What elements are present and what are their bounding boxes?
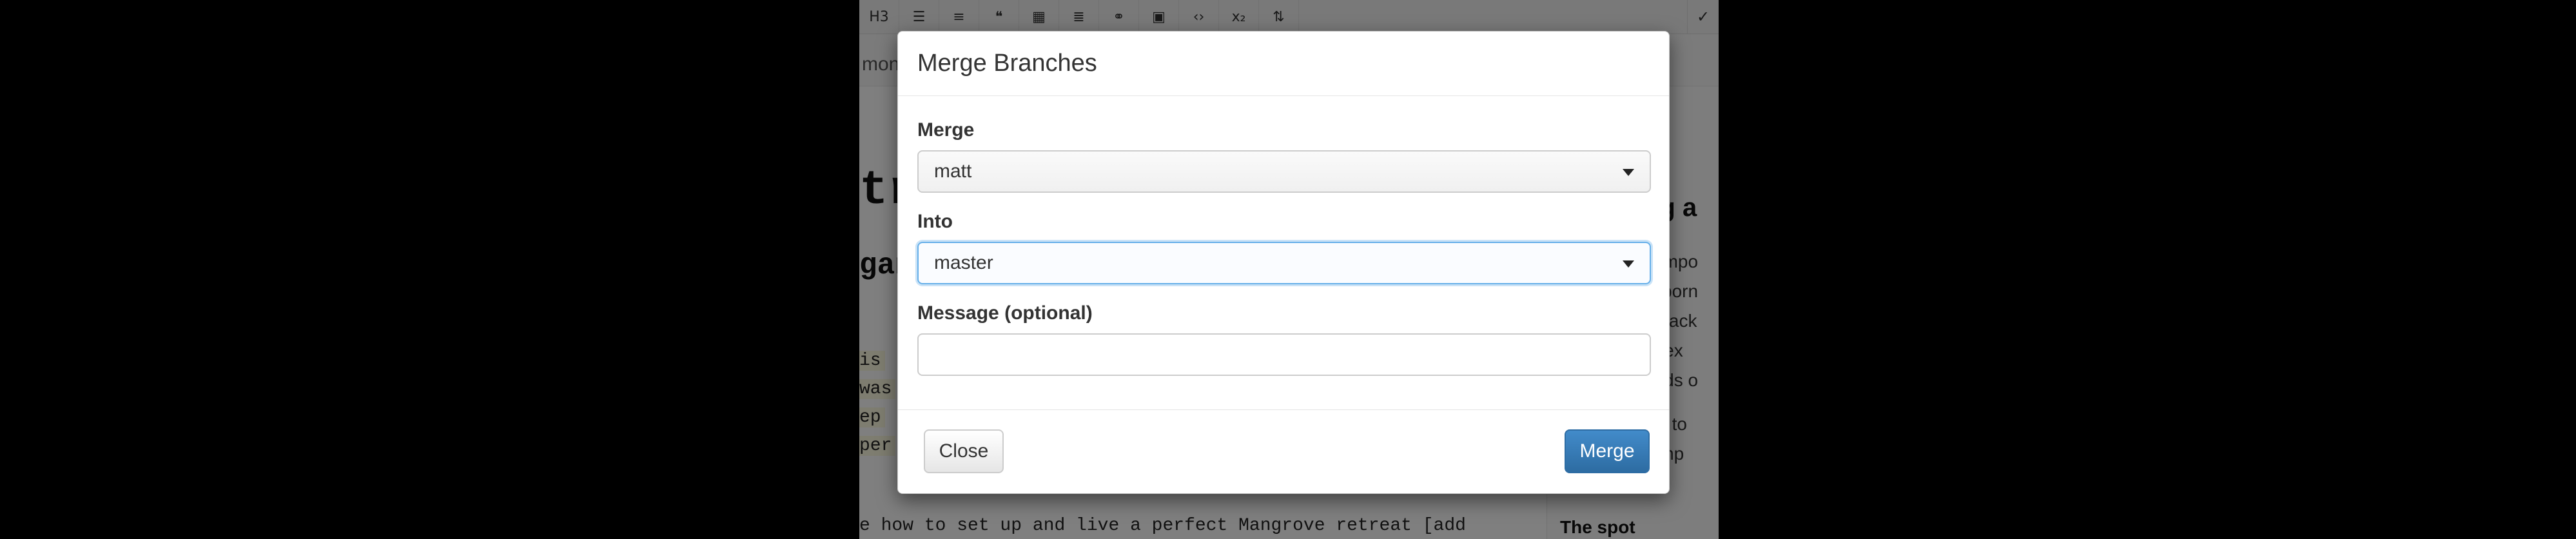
merge-branch-select[interactable]: matt [917, 150, 1651, 193]
modal-title: Merge Branches [917, 50, 1097, 77]
into-branch-select[interactable]: master [917, 242, 1651, 284]
message-label: Message (optional) [917, 302, 1093, 324]
close-button[interactable]: Close [924, 429, 1004, 473]
into-branch-value: master [934, 252, 993, 273]
chevron-down-icon [1623, 169, 1634, 176]
modal-header: Merge Branches [898, 32, 1669, 96]
modal-body: Merge matt Into master Message (optional… [898, 96, 1669, 410]
modal-footer: Close Merge [898, 410, 1669, 493]
merge-branch-value: matt [934, 161, 972, 182]
merge-label: Merge [917, 119, 975, 141]
chevron-down-icon [1623, 260, 1634, 268]
into-label: Into [917, 211, 953, 232]
merge-button[interactable]: Merge [1565, 429, 1650, 473]
message-input[interactable] [917, 333, 1651, 376]
merge-branches-dialog: Merge Branches Merge matt Into master Me… [897, 31, 1670, 494]
